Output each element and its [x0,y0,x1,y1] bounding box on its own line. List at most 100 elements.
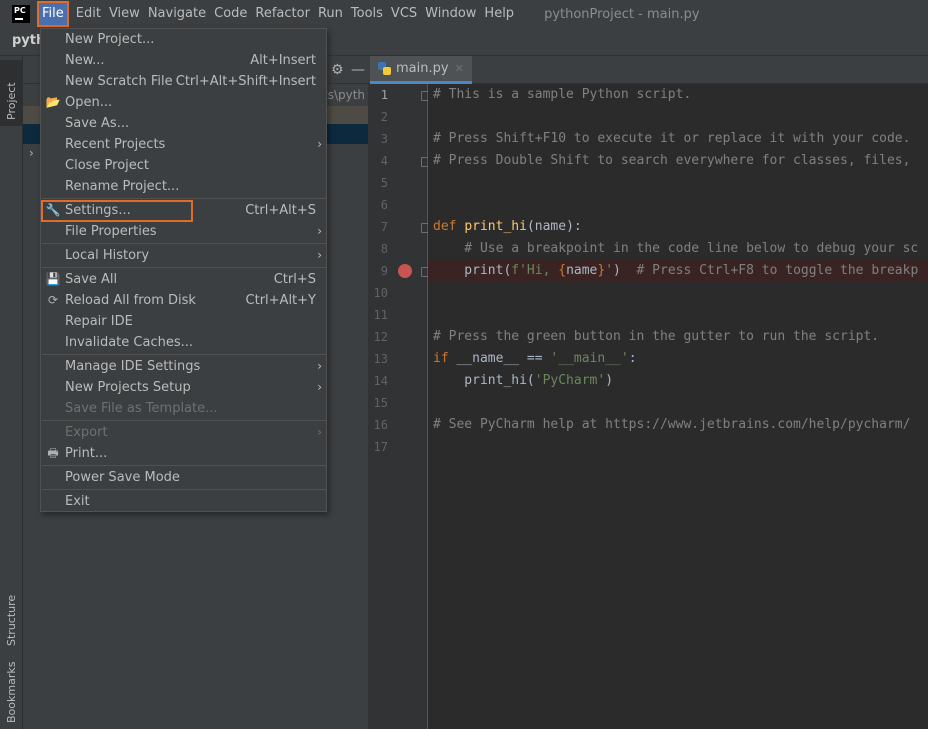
menu-separator [42,198,327,199]
line-number: 9 [380,264,388,278]
menu-separator [42,267,327,268]
menu-separator [42,465,327,466]
editor-gutter[interactable]: 1 2 3 4 5 6 7 8 9 10 11 12 13 14 15 16 1… [368,84,428,729]
menu-item-close-project[interactable]: Close Project [41,155,326,176]
tool-window-project-tab[interactable]: Project [0,60,23,126]
menu-separator [42,489,327,490]
menu-item-local-history[interactable]: Local History › [41,245,326,266]
menu-item-save-as[interactable]: Save As... [41,113,326,134]
line-number: 12 [373,330,388,344]
tool-window-bookmarks-tab[interactable]: Bookmarks [0,661,23,729]
project-root-path: ts\pyth [323,88,366,102]
chevron-right-icon[interactable]: › [29,146,34,160]
line-number: 15 [373,396,388,410]
menu-item-repair-ide[interactable]: Repair IDE [41,311,326,332]
menu-window[interactable]: Window [421,2,480,26]
menu-item-manage-ide-settings[interactable]: Manage IDE Settings › [41,356,326,377]
line-number: 8 [380,242,388,256]
menu-separator [42,243,327,244]
menu-separator [42,420,327,421]
main-menu-bar: PC File Edit View Navigate Code Refactor… [0,0,928,28]
line-number: 5 [380,176,388,190]
tool-window-structure-label: Structure [5,594,18,646]
hide-panel-icon[interactable]: — [351,62,365,78]
code-line: # Press Shift+F10 to execute it or repla… [433,131,911,146]
menu-tools[interactable]: Tools [347,2,387,26]
window-title: pythonProject - main.py [544,6,700,22]
line-number: 10 [373,286,388,300]
menu-refactor[interactable]: Refactor [251,2,314,26]
code-line: # This is a sample Python script. [433,87,692,102]
menu-item-new[interactable]: New... Alt+Insert [41,50,326,71]
editor-tab-label: main.py [396,61,449,76]
code-line: if __name__ == '__main__': [433,351,637,366]
menu-item-new-projects-setup[interactable]: New Projects Setup › [41,377,326,398]
menu-item-save-file-as-template: Save File as Template... [65,401,218,416]
menu-item-export: Export › [41,422,326,443]
menu-help[interactable]: Help [480,2,518,26]
line-number: 1 [380,88,388,102]
line-number: 11 [373,308,388,322]
tool-window-bookmarks-label: Bookmarks [5,661,18,723]
submenu-arrow-icon: › [317,425,322,439]
menu-run[interactable]: Run [314,2,347,26]
menu-item-invalidate-caches[interactable]: Invalidate Caches... [41,332,326,353]
code-line: print(f'Hi, {name}') # Press Ctrl+F8 to … [433,263,919,278]
menu-edit[interactable]: Edit [72,2,105,26]
submenu-arrow-icon: › [317,248,322,262]
file-menu-dropdown: New Project... New... Alt+Insert New Scra… [40,28,327,512]
line-number: 16 [373,418,388,432]
line-number: 17 [373,440,388,454]
menu-item-new-project[interactable]: New Project... [41,29,326,50]
line-number: 14 [373,374,388,388]
pycharm-logo-icon: PC [12,5,30,23]
breakpoint-icon[interactable] [398,264,412,278]
menu-separator [42,354,327,355]
line-number: 3 [380,132,388,146]
editor-tab-main-py[interactable]: main.py ✕ [370,56,472,84]
editor-tab-bar: main.py ✕ [368,56,928,84]
submenu-arrow-icon: › [317,137,322,151]
printer-icon: 🖶 [47,446,59,460]
code-line: # Press the green button in the gutter t… [433,329,880,344]
reload-icon: ⟳ [47,293,59,307]
code-line: def print_hi(name): [433,219,582,234]
menu-item-file-properties[interactable]: File Properties › [41,221,326,242]
submenu-arrow-icon: › [317,359,322,373]
menu-navigate[interactable]: Navigate [144,2,210,26]
menu-item-save-all[interactable]: 💾 Save All Ctrl+S [41,269,326,290]
gear-icon[interactable]: ⚙ [331,62,344,78]
close-tab-icon[interactable]: ✕ [455,62,464,75]
menu-item-open[interactable]: 📂 Open... [41,92,326,113]
menu-item-new-scratch-file[interactable]: New Scratch File Ctrl+Alt+Shift+Insert [41,71,326,92]
menu-item-reload-all[interactable]: ⟳ Reload All from Disk Ctrl+Alt+Y [41,290,326,311]
menu-code[interactable]: Code [210,2,251,26]
menu-vcs[interactable]: VCS [387,2,421,26]
menu-view[interactable]: View [105,2,144,26]
line-number: 4 [380,154,388,168]
line-number: 7 [380,220,388,234]
menu-item-recent-projects[interactable]: Recent Projects › [41,134,326,155]
line-number: 6 [380,198,388,212]
code-line: # Press Double Shift to search everywher… [433,153,911,168]
menu-item-rename-project[interactable]: Rename Project... [41,176,326,197]
tool-window-structure-tab[interactable]: Structure [0,574,23,654]
code-line: # See PyCharm help at https://www.jetbra… [433,417,911,432]
left-tool-strip: Project Structure Bookmarks [0,56,23,729]
settings-highlight-box [41,200,193,222]
submenu-arrow-icon: › [317,380,322,394]
line-number: 13 [373,352,388,366]
line-number: 2 [380,110,388,124]
menu-file[interactable]: File [37,1,69,27]
code-line: # Use a breakpoint in the code line belo… [433,241,919,256]
python-file-icon [378,61,392,76]
code-editor[interactable]: # This is a sample Python script. # Pres… [428,84,928,729]
menu-item-print[interactable]: 🖶 Print... [41,443,326,464]
menu-item-exit[interactable]: Exit [41,491,326,512]
menu-item-power-save-mode[interactable]: Power Save Mode [41,467,326,488]
folder-open-icon: 📂 [45,95,61,109]
save-icon: 💾 [45,272,61,286]
code-line: print_hi('PyCharm') [433,373,614,388]
submenu-arrow-icon: › [317,224,322,238]
tool-window-project-label: Project [5,82,18,120]
